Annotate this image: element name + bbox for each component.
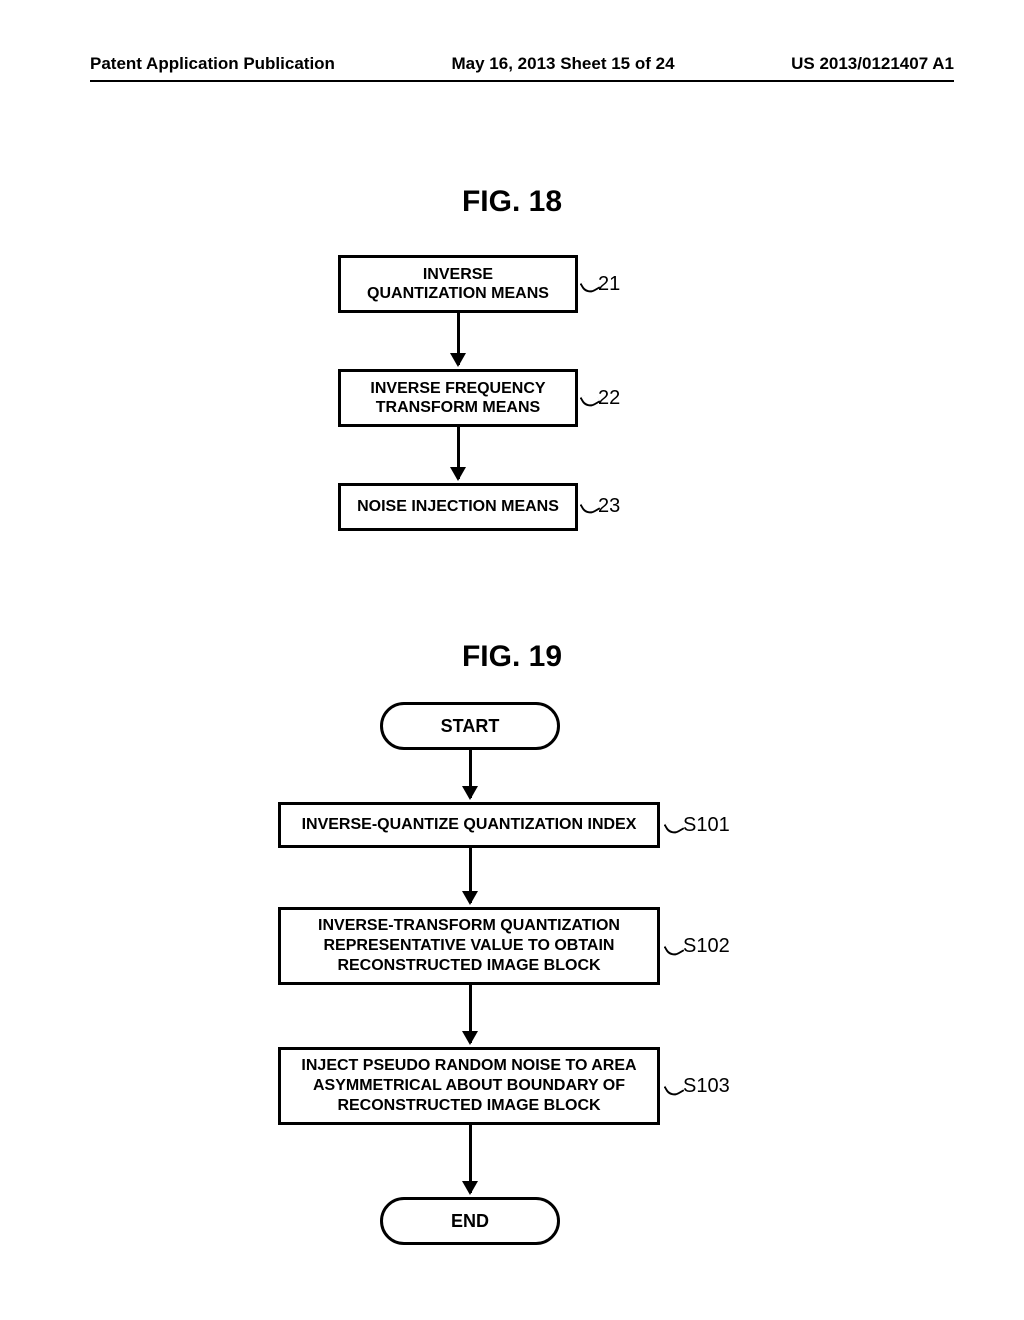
fig18-ref-21: 21 [598,273,620,296]
fig18-box-inverse-quantization: INVERSEQUANTIZATION MEANS [338,255,578,313]
fig19-step-inverse-transform: INVERSE-TRANSFORM QUANTIZATIONREPRESENTA… [278,907,660,985]
fig18-ref-22: 22 [598,387,620,410]
fig19-step-inverse-quantize: INVERSE-QUANTIZE QUANTIZATION INDEX [278,802,660,848]
header-pubnumber: US 2013/0121407 A1 [791,54,954,74]
fig18-ref-23: 23 [598,495,620,518]
header-date-sheet: May 16, 2013 Sheet 15 of 24 [452,54,675,74]
arrow-down-icon [469,985,472,1043]
arrow-down-icon [457,313,460,365]
fig18-box-inverse-frequency-transform: INVERSE FREQUENCYTRANSFORM MEANS [338,369,578,427]
fig19-step-inject-noise: INJECT PSEUDO RANDOM NOISE TO AREAASYMME… [278,1047,660,1125]
arrow-down-icon [457,427,460,479]
fig19-title: FIG. 19 [0,640,1024,674]
leader-line-icon [664,1079,685,1099]
fig18-diagram: INVERSEQUANTIZATION MEANS 21 INVERSE FRE… [0,255,1024,595]
fig19-flowchart: START INVERSE-QUANTIZE QUANTIZATION INDE… [0,702,1024,1262]
fig19-ref-s101: S101 [683,814,730,837]
patent-page: Patent Application Publication May 16, 2… [0,0,1024,1320]
fig18-title: FIG. 18 [0,185,1024,219]
fig18-box-noise-injection: NOISE INJECTION MEANS [338,483,578,531]
page-header: Patent Application Publication May 16, 2… [90,54,954,82]
header-publication: Patent Application Publication [90,54,335,74]
fig19-end-terminator: END [380,1197,560,1245]
leader-line-icon [664,817,685,837]
fig19-ref-s103: S103 [683,1075,730,1098]
arrow-down-icon [469,848,472,903]
arrow-down-icon [469,750,472,798]
arrow-down-icon [469,1125,472,1193]
fig19-start-terminator: START [380,702,560,750]
fig19-ref-s102: S102 [683,935,730,958]
leader-line-icon [664,939,685,959]
